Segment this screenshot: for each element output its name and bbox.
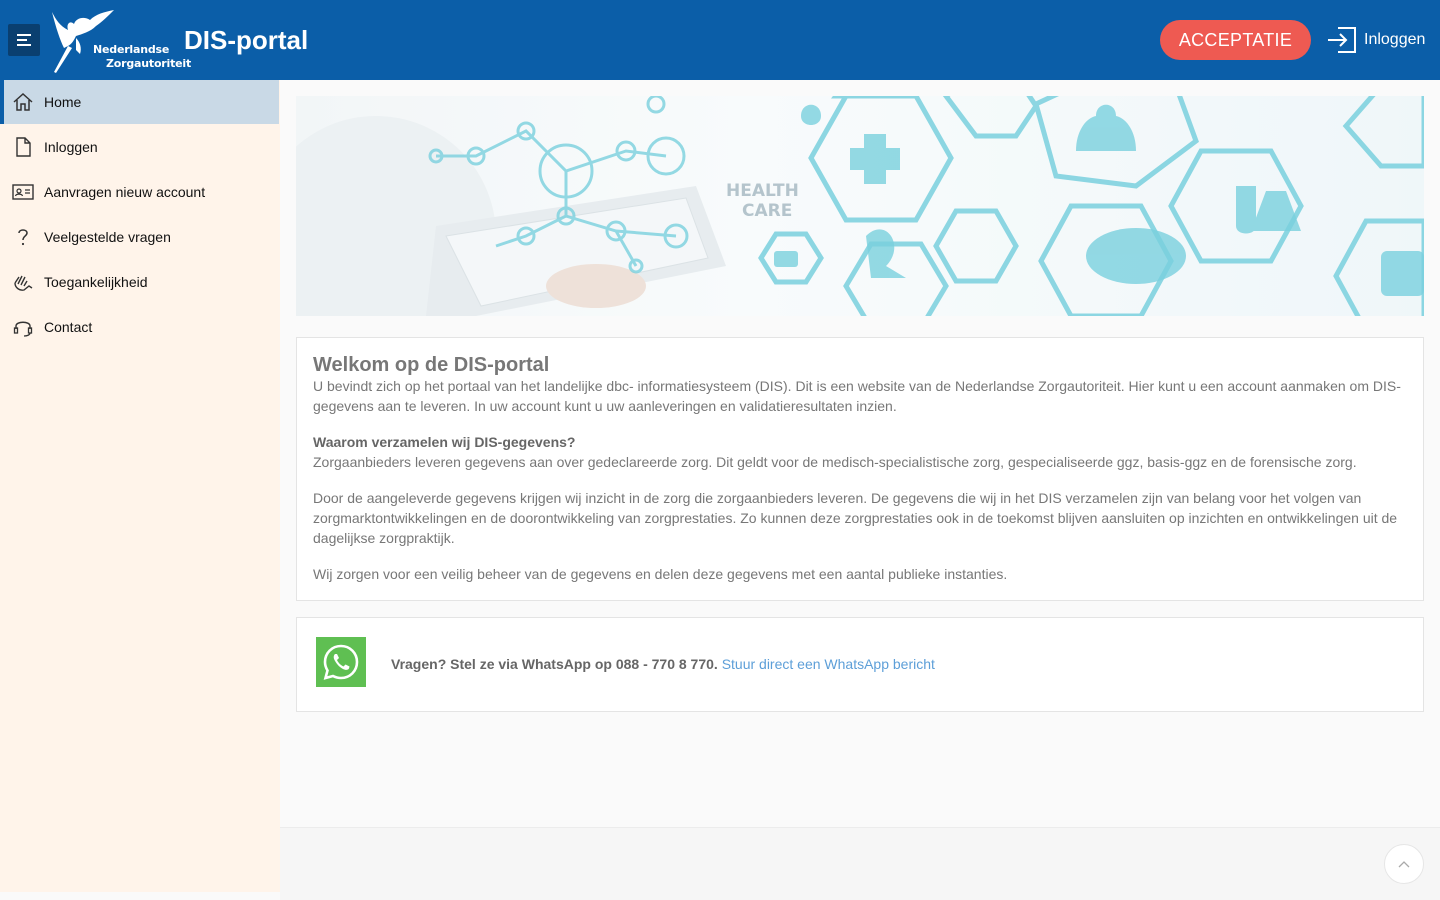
sidebar-item-label: Aanvragen nieuw account — [44, 184, 206, 200]
welcome-card: Welkom op de DIS-portal U bevindt zich o… — [296, 337, 1424, 601]
accessibility-hand-icon — [12, 271, 34, 293]
welcome-title: Welkom op de DIS-portal — [313, 354, 550, 376]
login-icon — [1328, 27, 1356, 53]
sidebar-item-toegankelijkheid[interactable]: Toegankelijkheid — [0, 260, 279, 304]
sidebar-item-inloggen[interactable]: Inloggen — [0, 125, 279, 169]
whatsapp-question: Vragen? Stel ze via WhatsApp op 088 - 77… — [391, 656, 718, 672]
sidebar-item-faq[interactable]: Veelgestelde vragen — [0, 215, 279, 259]
sidebar-item-label: Veelgestelde vragen — [44, 229, 171, 245]
sidebar-item-label: Home — [44, 94, 82, 110]
insight-text: Door de aangeleverde gegevens krijgen wi… — [313, 490, 1398, 546]
sidebar-item-home[interactable]: Home — [0, 80, 279, 124]
sidebar-item-label: Contact — [44, 319, 93, 335]
whatsapp-link[interactable]: Stuur direct een WhatsApp bericht — [722, 656, 935, 672]
scroll-to-top-button[interactable] — [1384, 844, 1424, 884]
logo-line2: Zorgautoriteit — [106, 57, 192, 70]
hero-banner-image: HEALTH CARE — [296, 96, 1424, 316]
document-icon — [12, 136, 34, 158]
sidebar-item-label: Inloggen — [44, 139, 98, 155]
welcome-intro: U bevindt zich op het portaal van het la… — [313, 378, 1401, 414]
why-heading: Waarom verzamelen wij DIS-gegevens? — [313, 434, 576, 450]
question-icon — [12, 226, 34, 248]
why-text: Zorgaanbieders leveren gegevens aan over… — [313, 454, 1357, 470]
home-icon — [12, 91, 34, 113]
headset-icon — [12, 316, 34, 338]
environment-badge: ACCEPTATIE — [1160, 20, 1311, 60]
hamburger-icon[interactable] — [8, 24, 40, 56]
sidebar-item-aanvragen-account[interactable]: Aanvragen nieuw account — [0, 170, 279, 214]
chevron-up-icon — [1398, 861, 1410, 868]
security-text: Wij zorgen voor een veilig beheer van de… — [313, 566, 1008, 582]
header-login-button[interactable]: Inloggen — [1326, 24, 1425, 56]
logo-line1: Nederlandse — [93, 43, 170, 56]
sidebar-item-label: Toegankelijkheid — [44, 274, 148, 290]
whatsapp-text: Vragen? Stel ze via WhatsApp op 088 - 77… — [391, 656, 935, 672]
top-header: Nederlandse Zorgautoriteit DIS-portal AC… — [0, 0, 1440, 80]
id-card-icon — [12, 181, 34, 203]
header-login-label: Inloggen — [1364, 31, 1426, 48]
app-title: DIS-portal — [184, 25, 309, 55]
whatsapp-icon — [316, 637, 366, 687]
footer — [280, 827, 1440, 900]
sidebar: Home Inloggen Aanvragen nieuw account Ve… — [0, 80, 280, 892]
sidebar-item-contact[interactable]: Contact — [0, 305, 279, 349]
whatsapp-card: Vragen? Stel ze via WhatsApp op 088 - 77… — [296, 617, 1424, 712]
